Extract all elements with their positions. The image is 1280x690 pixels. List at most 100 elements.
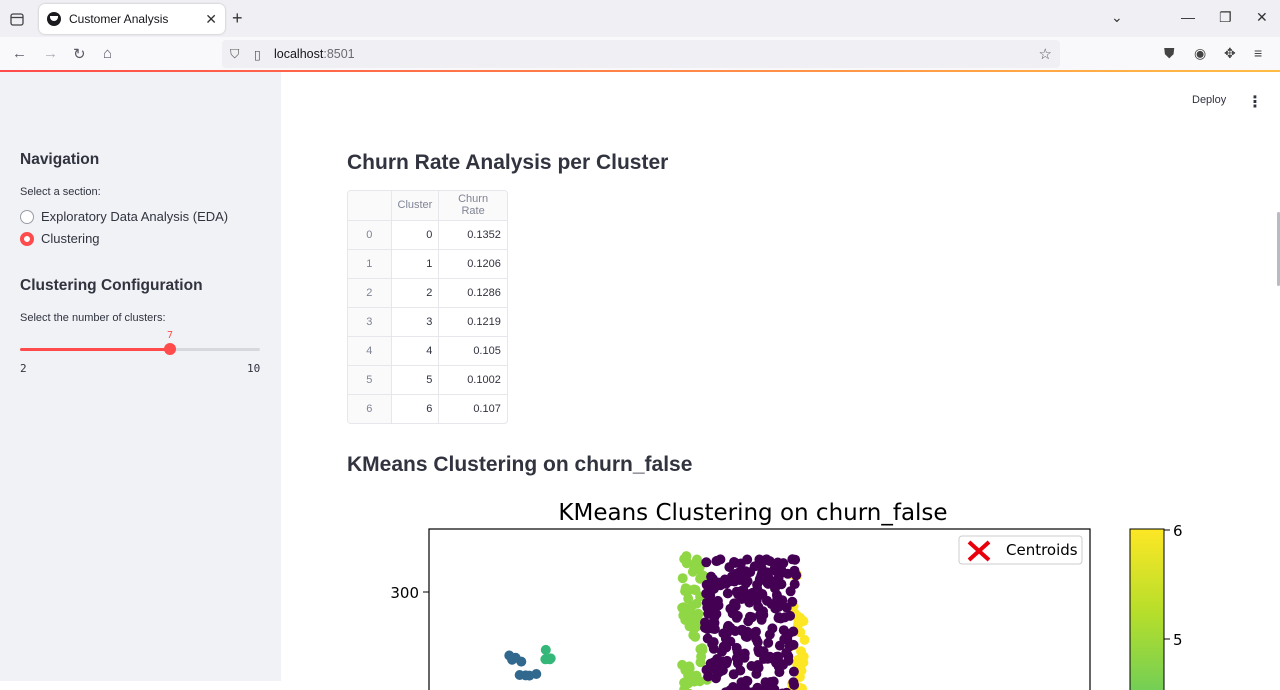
radio-clustering[interactable]: Clustering	[20, 231, 100, 246]
scatter-point	[751, 669, 761, 679]
cluster-cell[interactable]: 2	[391, 278, 439, 307]
scatter-point	[727, 576, 737, 586]
new-tab-icon[interactable]: +	[232, 8, 243, 29]
table-row[interactable]: 220.1286	[348, 278, 507, 307]
scatter-point	[709, 644, 719, 654]
scatter-point	[745, 612, 755, 622]
scatter-point	[723, 622, 733, 632]
scatter-point	[783, 656, 793, 666]
cluster-slider[interactable]	[20, 348, 260, 351]
scatter-point	[511, 653, 521, 663]
kmeans-heading: KMeans Clustering on churn_false	[347, 453, 692, 477]
scatter-point	[751, 627, 761, 637]
scatter-point	[719, 642, 729, 652]
favicon-icon	[47, 12, 61, 26]
shield-icon[interactable]: ⛉	[230, 47, 244, 62]
kebab-icon[interactable]: ⋮	[1247, 92, 1263, 112]
slider-thumb[interactable]	[164, 343, 176, 355]
section-label: Select a section:	[20, 186, 101, 198]
table-header-cluster[interactable]: Cluster	[391, 191, 439, 220]
scatter-point	[790, 579, 800, 589]
table-row[interactable]: 000.1352	[348, 220, 507, 249]
churn-rate-cell[interactable]: 0.1002	[439, 365, 507, 394]
cluster-cell[interactable]: 6	[391, 394, 439, 423]
account-icon[interactable]: ◉	[1194, 45, 1206, 62]
churn-table[interactable]: Cluster Churn Rate 000.1352110.1206220.1…	[347, 190, 508, 424]
scatter-point	[800, 635, 810, 645]
scatter-point	[741, 578, 751, 588]
cluster-cell[interactable]: 5	[391, 365, 439, 394]
scatter-point	[701, 557, 711, 567]
scatter-point	[790, 555, 800, 565]
churn-rate-cell[interactable]: 0.107	[439, 394, 507, 423]
scatter-point	[684, 585, 694, 595]
scatter-point	[713, 596, 723, 606]
row-index[interactable]: 0	[348, 220, 391, 249]
forward-icon[interactable]: →	[43, 45, 58, 62]
scatter-point	[771, 658, 781, 668]
table-row[interactable]: 440.105	[348, 336, 507, 365]
page-info-icon[interactable]: ▯	[254, 47, 266, 62]
y-tick-label: 300	[390, 584, 419, 602]
cluster-cell[interactable]: 1	[391, 249, 439, 278]
scatter-point	[752, 580, 762, 590]
row-index[interactable]: 6	[348, 394, 391, 423]
scatter-point	[681, 551, 691, 561]
row-index[interactable]: 1	[348, 249, 391, 278]
address-bar[interactable]: ⛉ ▯ localhost:8501 ☆	[222, 40, 1060, 68]
table-header-churn[interactable]: Churn Rate	[439, 191, 507, 220]
churn-rate-cell[interactable]: 0.1206	[439, 249, 507, 278]
scatter-point	[692, 671, 702, 681]
row-index[interactable]: 2	[348, 278, 391, 307]
table-row[interactable]: 550.1002	[348, 365, 507, 394]
pocket-icon[interactable]: ⛊	[1164, 45, 1175, 62]
minimize-icon[interactable]: —	[1181, 9, 1195, 25]
scatter-point	[743, 595, 753, 605]
home-icon[interactable]: ⌂	[103, 45, 112, 62]
cluster-cell[interactable]: 3	[391, 307, 439, 336]
scatter-point	[735, 666, 745, 676]
scatter-point	[753, 602, 763, 612]
reload-icon[interactable]: ↻	[73, 45, 86, 63]
row-index[interactable]: 4	[348, 336, 391, 365]
scatter-point	[763, 638, 773, 648]
scatter-point	[679, 602, 689, 612]
clustering-config-heading: Clustering Configuration	[20, 277, 203, 295]
churn-rate-cell[interactable]: 0.105	[439, 336, 507, 365]
row-index[interactable]: 5	[348, 365, 391, 394]
bookmark-star-icon[interactable]: ☆	[1039, 45, 1052, 63]
extensions-icon[interactable]: ✥	[1224, 45, 1236, 62]
churn-rate-cell[interactable]: 0.1352	[439, 220, 507, 249]
list-all-tabs-icon[interactable]: ⌄	[1111, 9, 1123, 26]
table-row[interactable]: 660.107	[348, 394, 507, 423]
deploy-button[interactable]: Deploy	[1192, 94, 1226, 106]
scatter-point	[724, 562, 734, 572]
table-row[interactable]: 330.1219	[348, 307, 507, 336]
radio-circle-selected[interactable]	[20, 232, 34, 246]
scatter-point	[776, 614, 786, 624]
scatter-point	[715, 580, 725, 590]
cluster-cell[interactable]: 4	[391, 336, 439, 365]
close-tab-icon[interactable]: ✕	[205, 11, 217, 28]
scatter-point	[709, 624, 719, 634]
scatter-point	[545, 654, 555, 664]
browser-navbar: ← → ↻ ⌂ ⛉ ▯ localhost:8501 ☆ ⛊ ◉ ✥ ≡	[0, 37, 1280, 71]
close-window-icon[interactable]: ✕	[1256, 9, 1268, 26]
churn-rate-cell[interactable]: 0.1219	[439, 307, 507, 336]
scatter-point	[690, 611, 700, 621]
scatter-point	[733, 611, 743, 621]
browser-tab[interactable]: Customer Analysis ✕	[39, 4, 225, 34]
tab-list-icon[interactable]	[6, 9, 28, 29]
radio-eda[interactable]: Exploratory Data Analysis (EDA)	[20, 209, 228, 224]
churn-rate-cell[interactable]: 0.1286	[439, 278, 507, 307]
back-icon[interactable]: ←	[12, 45, 27, 62]
table-row[interactable]: 110.1206	[348, 249, 507, 278]
main-content: Deploy ⋮ Churn Rate Analysis per Cluster…	[281, 72, 1280, 681]
scatter-point	[764, 573, 774, 583]
scatter-point	[765, 630, 775, 640]
cluster-cell[interactable]: 0	[391, 220, 439, 249]
menu-icon[interactable]: ≡	[1254, 45, 1262, 61]
radio-circle[interactable]	[20, 210, 34, 224]
restore-icon[interactable]: ❐	[1219, 9, 1232, 26]
row-index[interactable]: 3	[348, 307, 391, 336]
